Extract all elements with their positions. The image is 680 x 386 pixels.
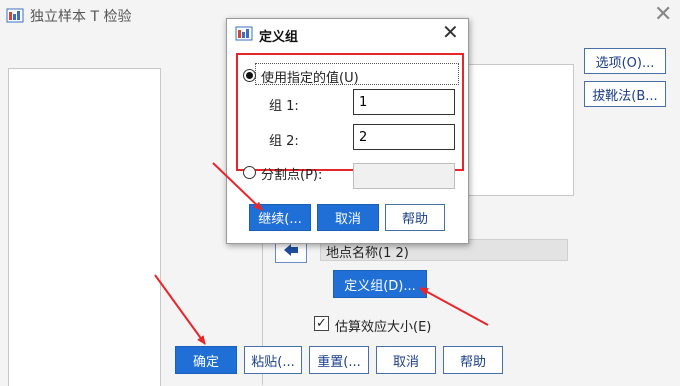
dialog-close-icon[interactable]: ✕ (442, 22, 459, 42)
options-button[interactable]: 选项(O)... (584, 48, 666, 74)
group2-input[interactable] (353, 124, 455, 150)
arrow-left-icon (284, 244, 298, 256)
define-groups-button[interactable]: 定义组(D)... (333, 270, 427, 298)
effect-size-checkbox[interactable]: ✓ (314, 316, 329, 331)
cutpoint-radio[interactable] (243, 166, 256, 179)
group1-input[interactable] (353, 89, 455, 115)
ok-button[interactable]: 确定 (175, 346, 237, 374)
app-icon (6, 6, 24, 24)
use-values-label: 使用指定的值(U) (261, 71, 359, 86)
dialog-cancel-button[interactable]: 取消 (317, 204, 379, 231)
variable-list[interactable] (8, 68, 161, 386)
arrow-to-ok (154, 274, 206, 345)
paste-button[interactable]: 粘贴(... (244, 346, 302, 374)
window-close-icon[interactable]: ✕ (654, 4, 672, 26)
cutpoint-input[interactable] (353, 163, 455, 189)
cancel-button[interactable]: 取消 (376, 346, 436, 374)
cutpoint-label: 分割点(P): (261, 168, 323, 183)
dialog-help-button[interactable]: 帮助 (385, 204, 445, 231)
group2-label: 组 2: (269, 134, 299, 149)
group1-label: 组 1: (269, 99, 299, 114)
continue-button[interactable]: 继续(... (249, 204, 311, 231)
define-groups-dialog: 定义组 ✕ 使用指定的值(U) 组 1: 组 2: 分割点(P): 继续(...… (226, 18, 469, 244)
use-values-radio[interactable] (243, 69, 256, 82)
window-title: 独立样本 T 检验 (30, 9, 132, 25)
bootstrap-button[interactable]: 拔靴法(B... (584, 81, 666, 107)
help-button[interactable]: 帮助 (443, 346, 503, 374)
dialog-title: 定义组 (259, 30, 299, 45)
reset-button[interactable]: 重置(... (309, 346, 369, 374)
effect-size-label: 估算效应大小(E) (335, 320, 432, 335)
dialog-app-icon (235, 24, 253, 42)
